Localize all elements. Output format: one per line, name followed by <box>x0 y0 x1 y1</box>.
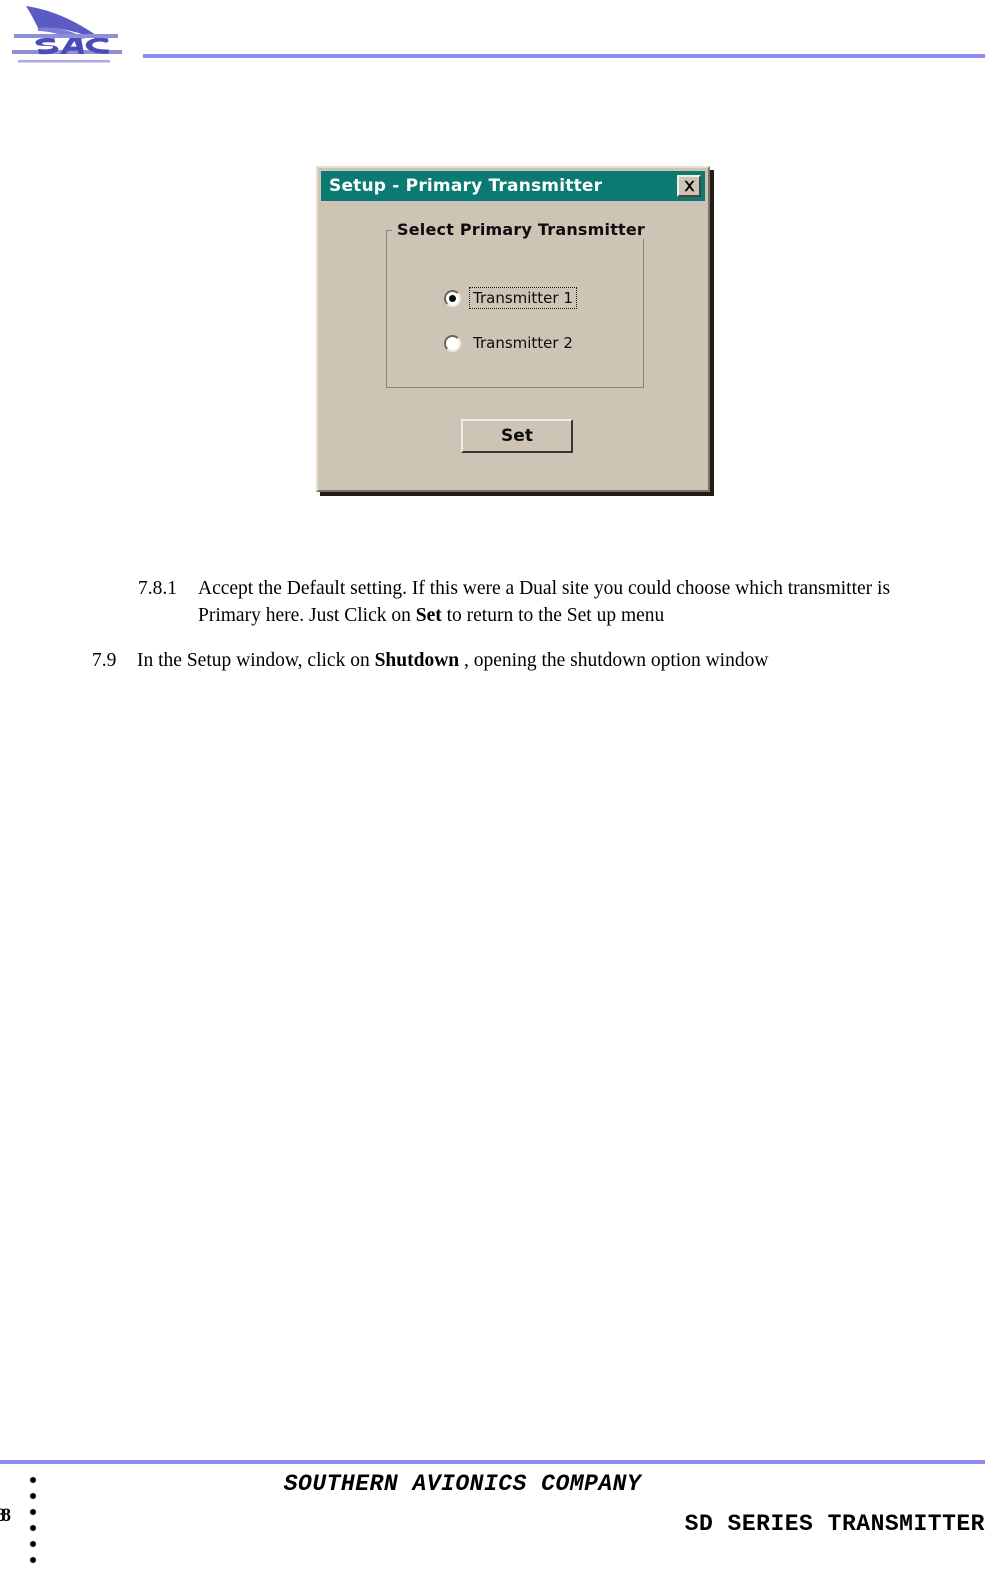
dialog-window: Setup - Primary Transmitter Select Prima… <box>316 166 710 492</box>
radio-transmitter-2[interactable]: Transmitter 2 <box>444 333 576 353</box>
page-header <box>0 0 985 80</box>
dialog-title: Setup - Primary Transmitter <box>329 176 603 196</box>
paragraph-7-8-1-text-2: to return to the Set up menu <box>441 605 665 626</box>
select-primary-transmitter-groupbox <box>386 230 644 388</box>
paragraph-7-9: 7.9 In the Setup window, click on Shutdow… <box>92 647 937 674</box>
sac-logo <box>8 4 138 70</box>
page-footer: 88 SOUTHERN AVIONICS COMPANY SD SERIES T… <box>0 1455 985 1563</box>
paragraph-7-8-1-bold-set: Set <box>415 605 442 626</box>
header-divider <box>143 54 985 58</box>
set-button[interactable]: Set <box>461 419 573 453</box>
paragraph-7-9-text-2: , opening the shutdown option window <box>459 650 769 671</box>
footer-dot <box>30 1541 36 1547</box>
close-button[interactable] <box>677 175 701 197</box>
setup-primary-transmitter-dialog: Setup - Primary Transmitter Select Prima… <box>316 166 716 498</box>
footer-divider <box>0 1460 985 1464</box>
paragraph-7-9-bold-shutdown: Shutdown <box>374 650 460 671</box>
radio-label-transmitter-2: Transmitter 2 <box>473 334 573 352</box>
sac-logo-icon <box>12 6 122 63</box>
paragraph-number-7-8-1: 7.8.1 <box>138 578 177 599</box>
footer-dot <box>30 1557 36 1563</box>
close-icon <box>683 180 695 192</box>
footer-company-name: SOUTHERN AVIONICS COMPANY <box>283 1471 642 1497</box>
groupbox-title: Select Primary Transmitter <box>392 220 651 239</box>
radio-label-transmitter-1: Transmitter 1 <box>469 287 577 309</box>
paragraph-7-8-1: 7.8.1 Accept the Default setting. If this… <box>138 575 938 629</box>
paragraph-7-9-text-1: In the Setup window, click on <box>137 650 375 671</box>
dialog-titlebar: Setup - Primary Transmitter <box>321 171 705 201</box>
body-text: 7.8.1 Accept the Default setting. If this… <box>0 575 985 674</box>
radio-button-icon-transmitter-1[interactable] <box>444 289 461 307</box>
footer-product-name: SD SERIES TRANSMITTER <box>684 1511 985 1537</box>
paragraph-number-7-9: 7.9 <box>92 650 117 671</box>
radio-transmitter-1[interactable]: Transmitter 1 <box>444 287 577 309</box>
radio-button-icon-transmitter-2[interactable] <box>444 334 461 352</box>
